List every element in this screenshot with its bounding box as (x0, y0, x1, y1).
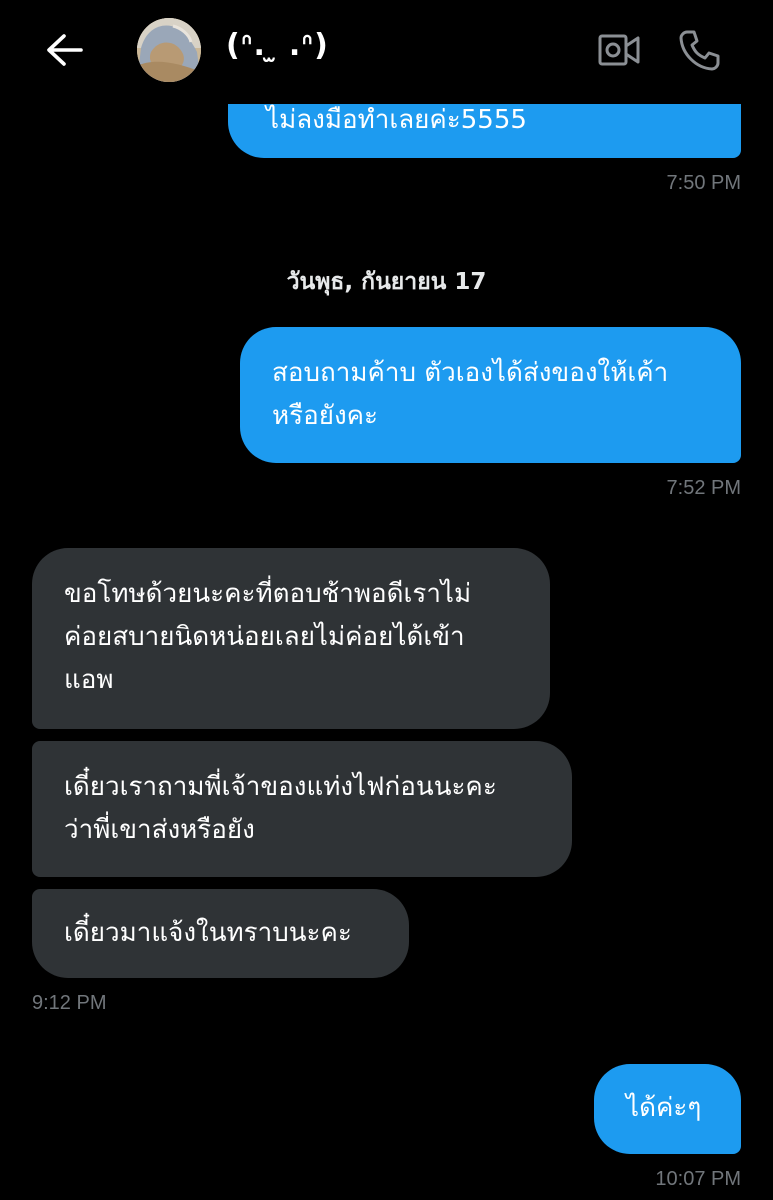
message-text-line: ค่อยสบายนิดหน่อยเลยไม่ค่อยได้เข้า (64, 622, 465, 652)
phone-icon (679, 30, 720, 71)
conversation-header: (ᐢ. ̫ .ᐢ) (0, 0, 773, 104)
message-text-line: สอบถามค้าบ ตัวเองได้ส่งของให้เค้า (272, 358, 669, 388)
dm-conversation-screen: (ᐢ. ̫ .ᐢ) ไม่ลงมือทำเลยค่ะ5555 7:50 PM ว… (0, 0, 773, 1200)
message-text-line: เดี๋ยวมาแจ้งในทราบนะคะ (64, 918, 352, 948)
message-text-line: หรือยังคะ (272, 401, 379, 431)
message-text-line: ขอโทษด้วยนะคะที่ตอบช้าพอดีเราไม่ (64, 579, 472, 609)
message-text-line: แอพ (64, 665, 114, 695)
video-camera-icon (598, 34, 640, 66)
date-separator: วันพุธ, กันยายน 17 (286, 269, 487, 295)
avatar[interactable] (137, 18, 201, 82)
message-bubble-received[interactable]: ขอโทษด้วยนะคะที่ตอบช้าพอดีเราไม่ ค่อยสบา… (32, 548, 550, 729)
message-timestamp: 9:12 PM (32, 992, 107, 1014)
message-text-line: ได้ค่ะๆ (626, 1093, 702, 1123)
phone-call-button[interactable] (674, 26, 724, 74)
message-timestamp: 10:07 PM (655, 1168, 741, 1190)
message-text-line: ว่าพี่เขาส่งหรือยัง (64, 815, 255, 845)
back-button[interactable] (40, 28, 88, 72)
message-bubble-sent[interactable]: ได้ค่ะๆ (594, 1064, 741, 1154)
message-timestamp: 7:50 PM (666, 172, 741, 194)
message-text-line: ไม่ลงมือทำเลยค่ะ5555 (266, 105, 527, 135)
message-bubble-received[interactable]: เดี๋ยวเราถามพี่เจ้าของแท่งไฟก่อนนะคะ ว่า… (32, 741, 572, 877)
message-bubble-sent[interactable]: สอบถามค้าบ ตัวเองได้ส่งของให้เค้า หรือยั… (240, 327, 741, 463)
message-text-line: เดี๋ยวเราถามพี่เจ้าของแท่งไฟก่อนนะคะ (64, 772, 497, 802)
video-call-button[interactable] (594, 28, 644, 72)
message-timestamp: 7:52 PM (666, 477, 741, 499)
avatar-image (137, 18, 201, 82)
contact-name[interactable]: (ᐢ. ̫ .ᐢ) (226, 28, 329, 63)
message-bubble-received[interactable]: เดี๋ยวมาแจ้งในทราบนะคะ (32, 889, 409, 978)
arrow-left-icon (47, 34, 83, 66)
